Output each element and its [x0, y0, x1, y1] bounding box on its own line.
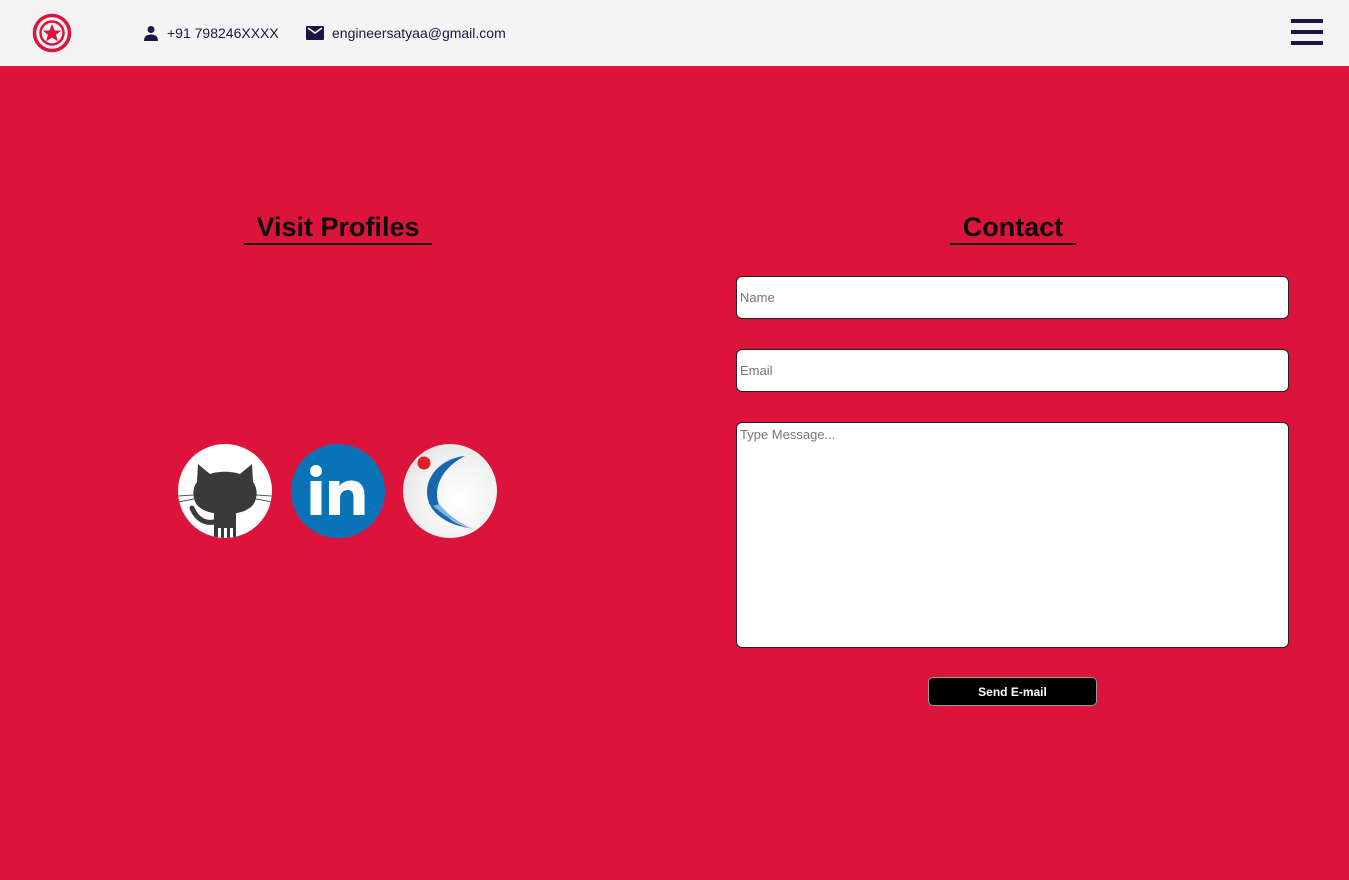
- name-input[interactable]: [736, 276, 1289, 319]
- visit-profiles-title: Visit Profiles: [256, 212, 420, 242]
- menu-line: [1291, 19, 1323, 23]
- contact-underline: [950, 243, 1076, 245]
- mail-icon: [306, 26, 324, 40]
- phone-number: +91 798246XXXX: [167, 25, 279, 41]
- contact-title: Contact: [962, 212, 1064, 242]
- email-address: engineersatyaa@gmail.com: [332, 25, 506, 41]
- email-contact[interactable]: engineersatyaa@gmail.com: [306, 24, 506, 42]
- person-icon: [144, 26, 158, 41]
- phone-contact: +91 798246XXXX: [143, 24, 279, 42]
- message-textarea[interactable]: [736, 422, 1289, 648]
- menu-line: [1291, 41, 1323, 45]
- top-bar: +91 798246XXXX engineersatyaa@gmail.com: [0, 0, 1349, 66]
- send-email-button[interactable]: Send E-mail: [928, 677, 1097, 706]
- linkedin-icon[interactable]: [291, 444, 385, 538]
- github-icon[interactable]: [178, 444, 272, 538]
- email-input[interactable]: [736, 349, 1289, 392]
- visit-profiles-underline: [244, 243, 432, 245]
- hamburger-menu-icon[interactable]: [1290, 17, 1324, 47]
- menu-line: [1291, 30, 1323, 34]
- star-circle-icon[interactable]: [32, 13, 72, 53]
- naukri-icon[interactable]: [403, 444, 497, 538]
